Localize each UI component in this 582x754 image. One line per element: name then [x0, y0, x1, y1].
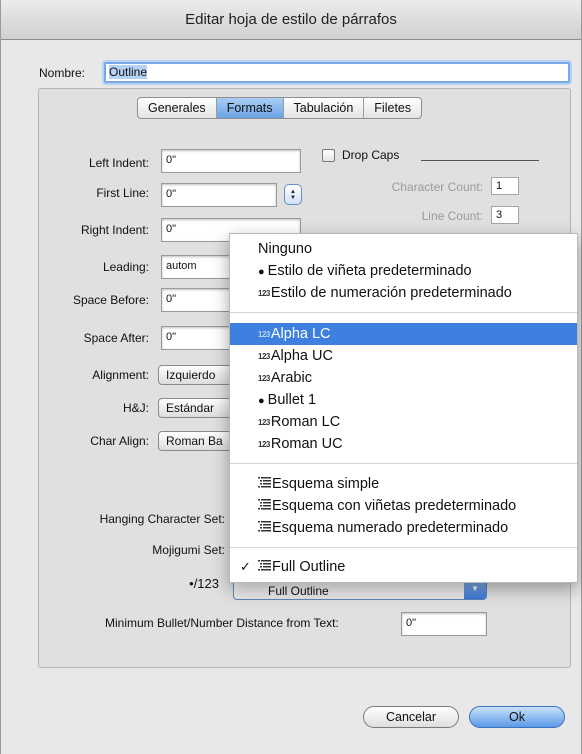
- menu-item-roman-lc[interactable]: 123Roman LC: [230, 411, 577, 433]
- left-indent-field[interactable]: 0": [161, 149, 301, 173]
- outline-icon: [258, 521, 271, 532]
- menu-item-bullet-1[interactable]: ● Bullet 1: [230, 389, 577, 411]
- hanging-set-label: Hanging Character Set:: [99, 512, 225, 526]
- number-icon: 123: [258, 440, 270, 449]
- min-distance-label: Minimum Bullet/Number Distance from Text…: [105, 616, 339, 630]
- dialog-window: Editar hoja de estilo de párrafos Nombre…: [0, 0, 582, 754]
- leading-label: Leading:: [102, 260, 149, 274]
- menu-item-label: Estilo de numeración predeterminado: [270, 285, 512, 301]
- bullet-icon: ●: [258, 266, 265, 278]
- menu-item-label: Alpha LC: [270, 326, 331, 342]
- menu-item-simple-outline[interactable]: Esquema simple: [230, 473, 577, 495]
- menu-item-label: Estilo de viñeta predeterminado: [267, 263, 472, 279]
- menu-item-label: Full Outline: [272, 559, 346, 575]
- number-icon: 123: [258, 374, 270, 383]
- name-label: Nombre:: [39, 66, 86, 80]
- first-line-field[interactable]: 0": [161, 183, 277, 207]
- menu-item-label: Esquema con viñetas predeterminado: [272, 498, 517, 514]
- menu-item-full-outline[interactable]: ✓ Full Outline: [230, 556, 577, 578]
- space-before-label: Space Before:: [72, 293, 149, 307]
- left-indent-label: Left Indent:: [88, 156, 149, 170]
- drop-caps-divider: [421, 160, 539, 161]
- cancel-button[interactable]: Cancelar: [363, 706, 459, 728]
- window-title: Editar hoja de estilo de párrafos: [185, 11, 397, 28]
- space-after-field[interactable]: 0": [161, 326, 233, 350]
- bullet-style-menu: Ninguno ● Estilo de viñeta predeterminado…: [229, 233, 578, 583]
- menu-item-label: Esquema simple: [272, 476, 380, 492]
- tab-tabulacion[interactable]: Tabulación: [284, 98, 365, 118]
- menu-separator: [230, 312, 577, 313]
- number-icon: 123: [258, 330, 270, 339]
- alignment-popup[interactable]: Izquierdo: [158, 365, 232, 385]
- outline-icon: [258, 477, 271, 488]
- name-input[interactable]: Outline: [104, 62, 570, 83]
- menu-item-alpha-lc[interactable]: 123Alpha LC: [230, 323, 577, 345]
- char-align-label: Char Align:: [90, 434, 149, 448]
- drop-caps-checkbox[interactable]: [322, 149, 335, 162]
- menu-item-roman-uc[interactable]: 123Roman UC: [230, 433, 577, 455]
- bullet-number-popup-value: Full Outline: [268, 584, 329, 598]
- menu-item-numbered-outline[interactable]: Esquema numerado predeterminado: [230, 517, 577, 539]
- bullet-number-label: •/123: [189, 576, 219, 591]
- line-count-field[interactable]: 3: [491, 206, 519, 224]
- mojigumi-set-label: Mojigumi Set:: [152, 543, 225, 557]
- min-distance-field[interactable]: 0": [401, 612, 487, 636]
- tab-filetes[interactable]: Filetes: [364, 98, 421, 118]
- character-count-field[interactable]: 1: [491, 177, 519, 195]
- first-line-label: First Line:: [96, 186, 149, 200]
- number-icon: 123: [258, 418, 270, 427]
- menu-item-label: Bullet 1: [267, 392, 317, 408]
- title-bar: Editar hoja de estilo de párrafos: [1, 0, 581, 40]
- bullet-icon: ●: [258, 395, 265, 407]
- menu-item-label: Ninguno: [258, 241, 313, 257]
- right-indent-label: Right Indent:: [80, 223, 149, 237]
- alignment-label: Alignment:: [92, 368, 149, 382]
- first-line-stepper[interactable]: ▲ ▼: [284, 184, 302, 205]
- menu-item-default-numbering[interactable]: 123Estilo de numeración predeterminado: [230, 282, 577, 304]
- menu-item-label: Roman UC: [270, 436, 343, 452]
- space-before-field[interactable]: 0": [161, 288, 233, 312]
- menu-separator: [230, 463, 577, 464]
- leading-field[interactable]: autom: [161, 255, 233, 279]
- menu-item-bulleted-outline[interactable]: Esquema con viñetas predeterminado: [230, 495, 577, 517]
- menu-item-default-bullet[interactable]: ● Estilo de viñeta predeterminado: [230, 260, 577, 282]
- menu-item-arabic[interactable]: 123Arabic: [230, 367, 577, 389]
- outline-icon: [258, 499, 271, 510]
- hj-popup[interactable]: Estándar: [158, 398, 232, 418]
- outline-icon: [258, 560, 271, 571]
- drop-caps-label: Drop Caps: [342, 148, 400, 162]
- tab-bar: Generales Formats Tabulación Filetes: [137, 97, 423, 119]
- char-align-popup[interactable]: Roman Ba: [158, 431, 232, 451]
- menu-item-alpha-uc[interactable]: 123Alpha UC: [230, 345, 577, 367]
- checkmark-icon: ✓: [240, 559, 251, 574]
- menu-item-label: Alpha UC: [270, 348, 333, 364]
- character-count-label: Character Count:: [391, 180, 483, 194]
- tab-formats[interactable]: Formats: [216, 98, 284, 118]
- menu-item-ninguno[interactable]: Ninguno: [230, 238, 577, 260]
- ok-button[interactable]: Ok: [469, 706, 565, 728]
- menu-item-label: Arabic: [270, 370, 312, 386]
- menu-item-label: Roman LC: [270, 414, 341, 430]
- space-after-label: Space After:: [83, 331, 149, 345]
- name-value: Outline: [109, 65, 148, 79]
- line-count-label: Line Count:: [421, 209, 483, 223]
- number-icon: 123: [258, 289, 270, 298]
- number-icon: 123: [258, 352, 270, 361]
- hj-label: H&J:: [122, 401, 149, 415]
- tab-generales[interactable]: Generales: [138, 98, 217, 118]
- menu-item-label: Esquema numerado predeterminado: [272, 520, 509, 536]
- stepper-down-icon[interactable]: ▼: [290, 195, 296, 201]
- menu-separator: [230, 547, 577, 548]
